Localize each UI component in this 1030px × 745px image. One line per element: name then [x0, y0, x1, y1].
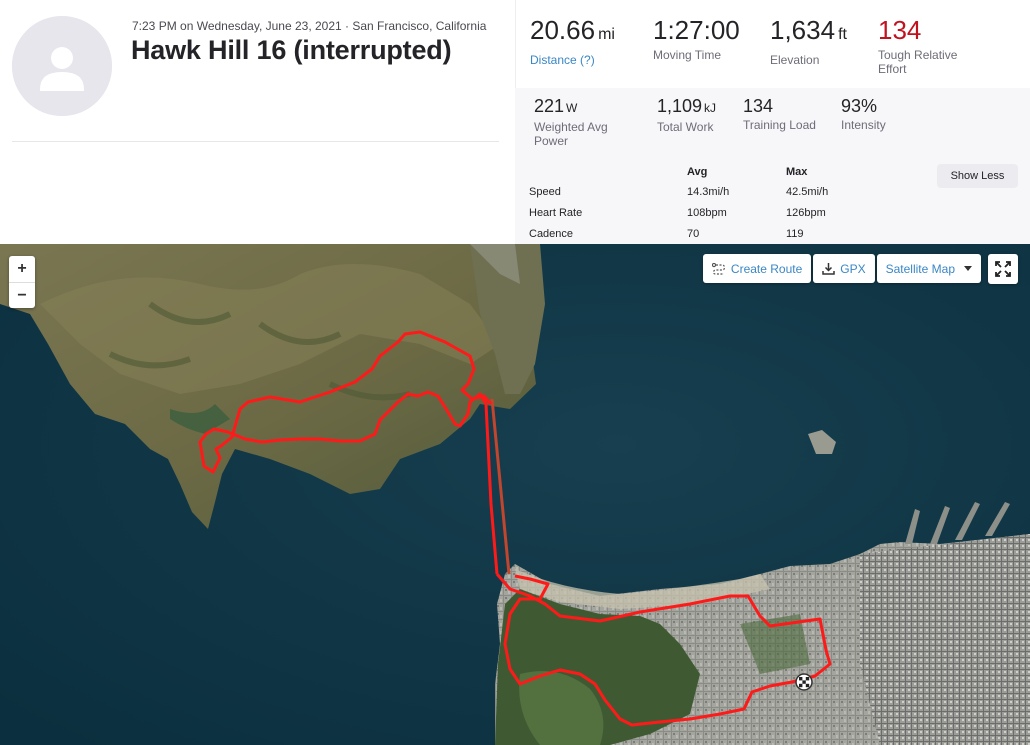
- stat-relative-effort[interactable]: 134 Tough Relative Effort: [878, 15, 957, 76]
- stat-training-load-label: Training Load: [743, 118, 816, 132]
- route-map[interactable]: + − Create Route GPX Satellite Map: [0, 244, 1030, 745]
- stat-moving-time-value: 1:27:00: [653, 15, 740, 45]
- stat-distance-label[interactable]: Distance (?): [530, 53, 615, 67]
- stat-weighted-power-value: 221: [534, 96, 565, 116]
- speed-avg: 14.3mi/h: [687, 186, 730, 198]
- stat-distance-value: 20.66: [530, 15, 596, 45]
- stat-elevation-value: 1,634: [770, 15, 836, 45]
- stat-elevation: 1,634 ft Elevation: [770, 15, 847, 67]
- stat-total-work-label: Total Work: [657, 120, 714, 134]
- route-icon: [711, 262, 726, 275]
- stat-relative-effort-label: Tough Relative Effort: [878, 48, 958, 76]
- fullscreen-button[interactable]: [988, 254, 1018, 284]
- column-header-avg: Avg: [687, 166, 708, 178]
- stat-intensity: 93% Intensity: [841, 96, 886, 132]
- activity-title: Hawk Hill 16 (interrupted): [131, 35, 452, 65]
- cadence-avg: 70: [687, 228, 700, 240]
- row-label-speed: Speed: [529, 186, 561, 198]
- activity-datetime-location: 7:23 PM on Wednesday, June 23, 2021 · Sa…: [132, 19, 487, 33]
- primary-stats: 20.66 mi Distance (?) 1:27:00 Moving Time…: [515, 0, 1030, 88]
- satellite-map-imagery: [0, 244, 1030, 745]
- stat-total-work-unit: kJ: [704, 101, 717, 115]
- stat-elevation-unit: ft: [838, 26, 847, 43]
- athlete-avatar[interactable]: [12, 16, 112, 116]
- activity-header: 7:23 PM on Wednesday, June 23, 2021 · Sa…: [0, 0, 515, 244]
- chevron-down-icon: [964, 266, 972, 271]
- create-route-label: Create Route: [730, 261, 803, 276]
- speed-max: 42.5mi/h: [786, 186, 829, 198]
- stat-weighted-power: 221 W Weighted Avg Power: [534, 96, 608, 148]
- stat-distance-unit: mi: [598, 26, 615, 43]
- stat-training-load-value: 134: [743, 96, 774, 116]
- map-toolbar: Create Route GPX Satellite Map: [702, 254, 981, 283]
- user-silhouette-icon: [12, 16, 112, 116]
- create-route-button[interactable]: Create Route: [702, 254, 812, 283]
- stat-training-load: 134 Training Load: [743, 96, 816, 132]
- stat-elevation-label: Elevation: [770, 53, 820, 67]
- zoom-controls: + −: [9, 256, 35, 308]
- expand-icon: [995, 261, 1011, 277]
- secondary-stats: 221 W Weighted Avg Power 1,109 kJ Total Wor…: [515, 88, 1030, 158]
- stat-total-work-value: 1,109: [657, 96, 703, 116]
- stat-distance: 20.66 mi Distance (?): [530, 15, 615, 67]
- gpx-download-button[interactable]: GPX: [813, 254, 875, 283]
- stats-panel: 20.66 mi Distance (?) 1:27:00 Moving Time…: [515, 0, 1030, 244]
- show-less-button[interactable]: Show Less: [937, 164, 1018, 188]
- row-label-heart-rate: Heart Rate: [529, 207, 583, 219]
- divider: [12, 141, 499, 142]
- stat-intensity-value: 93%: [841, 96, 878, 116]
- cadence-max: 119: [786, 228, 804, 240]
- heart-rate-max: 126bpm: [786, 207, 826, 219]
- stat-moving-time-label: Moving Time: [653, 48, 722, 62]
- map-type-dropdown[interactable]: Satellite Map: [876, 254, 981, 283]
- gpx-label: GPX: [840, 261, 866, 276]
- stat-relative-effort-value: 134: [878, 15, 922, 45]
- stat-moving-time: 1:27:00 Moving Time: [653, 15, 740, 62]
- stat-weighted-power-label: Weighted Avg Power: [534, 120, 608, 148]
- stat-intensity-label: Intensity: [841, 118, 886, 132]
- heart-rate-avg: 108bpm: [687, 207, 727, 219]
- zoom-out-button[interactable]: −: [9, 282, 35, 308]
- stat-weighted-power-unit: W: [566, 101, 578, 115]
- zoom-in-button[interactable]: +: [9, 256, 35, 282]
- column-header-max: Max: [786, 166, 808, 178]
- stat-total-work: 1,109 kJ Total Work: [657, 96, 716, 134]
- row-label-cadence: Cadence: [529, 228, 574, 240]
- map-type-label: Satellite Map: [885, 261, 955, 276]
- finish-marker-icon: [795, 673, 813, 691]
- download-icon: [822, 263, 836, 275]
